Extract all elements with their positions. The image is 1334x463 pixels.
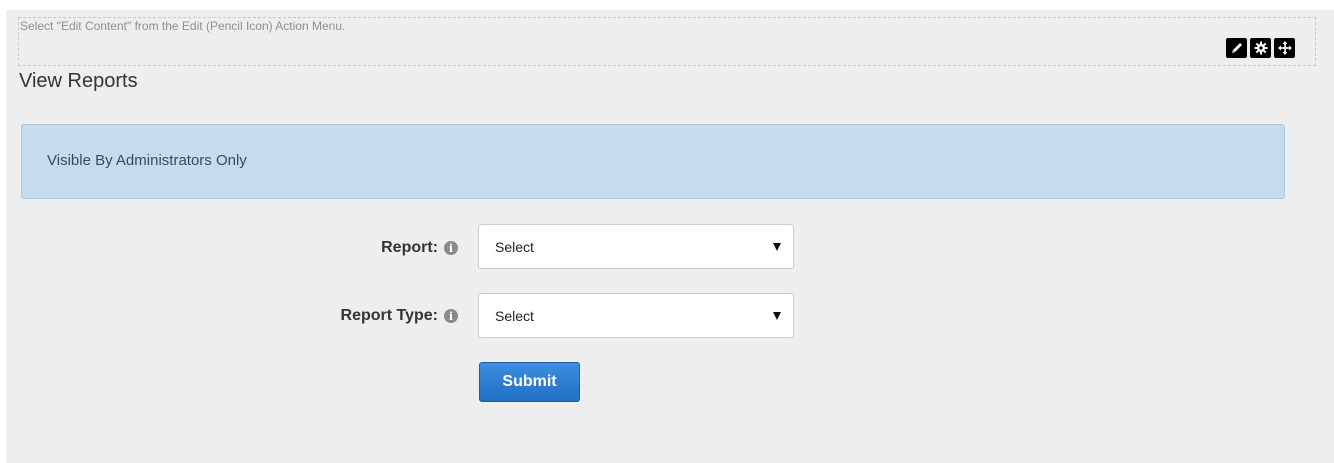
module-action-menu [1226, 38, 1295, 58]
report-select-value: Select [495, 239, 534, 255]
module-title: View Reports [19, 70, 138, 92]
submit-button[interactable]: Submit [479, 362, 580, 402]
admin-only-alert: Visible By Administrators Only [21, 124, 1285, 199]
caret-down-icon [773, 312, 781, 320]
report-select[interactable]: Select [478, 224, 794, 269]
report-type-select[interactable]: Select [478, 293, 794, 338]
caret-down-icon [773, 243, 781, 251]
report-label-text: Report: [381, 239, 438, 256]
gear-icon[interactable] [1250, 38, 1271, 58]
pencil-icon[interactable] [1226, 38, 1247, 58]
info-icon[interactable]: i [444, 241, 458, 255]
page-container: Select "Edit Content" from the Edit (Pen… [6, 10, 1334, 463]
alert-text: Visible By Administrators Only [47, 152, 247, 169]
report-label: Report: i [381, 239, 458, 257]
info-icon[interactable]: i [444, 309, 458, 323]
move-icon[interactable] [1274, 38, 1295, 58]
report-type-label: Report Type: i [341, 307, 458, 325]
edit-content-hint: Select "Edit Content" from the Edit (Pen… [20, 19, 346, 33]
report-type-select-value: Select [495, 308, 534, 324]
report-type-label-text: Report Type: [340, 307, 438, 324]
